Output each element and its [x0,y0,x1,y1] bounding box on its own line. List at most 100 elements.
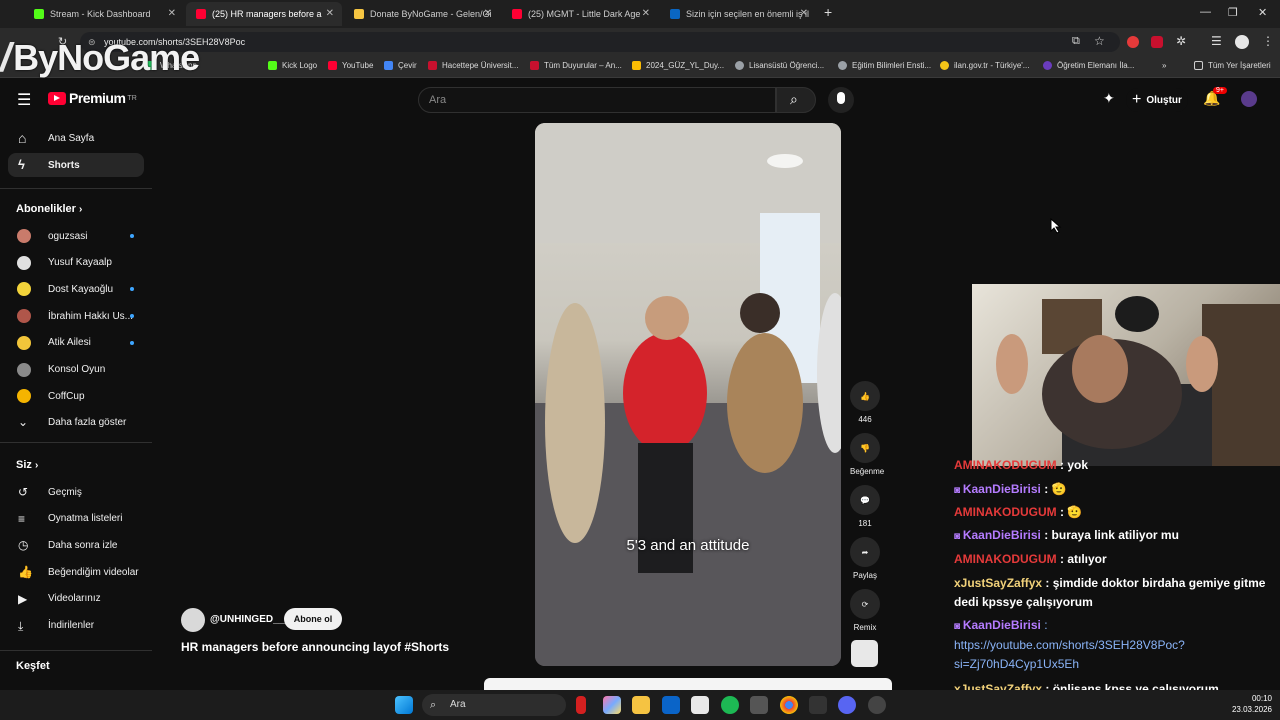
subscription-item[interactable]: Atik Ailesi [8,332,144,354]
spotify-icon[interactable] [721,696,739,714]
close-window-icon[interactable]: ✕ [1258,6,1267,19]
youtube-premium-logo[interactable]: Premium TR [48,90,137,106]
bookmark-ogretim-elemani[interactable]: Öğretim Elemanı İla... [1043,61,1134,70]
close-tab-icon[interactable]: ✕ [168,8,176,19]
sidebar-item-shorts[interactable]: ϟ Shorts [8,153,144,177]
extension-icon[interactable] [1151,36,1163,48]
more-bookmarks-icon[interactable]: » [1162,61,1166,70]
subscriptions-heading[interactable]: Abonelikler › [16,203,82,215]
subscription-item[interactable]: oguzsasi [8,225,144,247]
sound-thumbnail[interactable] [851,640,878,667]
new-content-dot [130,314,134,319]
bookmark-youtube[interactable]: YouTube [328,61,373,70]
sidebar-item-home[interactable]: ⌂ Ana Sayfa [8,126,144,150]
install-app-icon[interactable]: ⧉ [1072,35,1080,48]
account-avatar[interactable] [1241,91,1257,107]
chat-username[interactable]: xJustSayZaffyx [954,576,1042,590]
create-button[interactable]: + Oluştur [1126,88,1188,112]
sidebar-item-playlists[interactable]: ≡ Oynatma listeleri [8,507,144,531]
tab-donate-bynogame[interactable]: Donate ByNoGame - Gelen/Gi ✕ [344,2,500,26]
chat-username[interactable]: KaanDieBirisi [963,618,1041,632]
search-button[interactable]: ⌕ [776,87,816,113]
chat-username[interactable]: AMINAKODUGUM [954,505,1057,519]
remix-button[interactable]: ⟳ Remix [850,589,880,632]
bookmark-tum-duyurular[interactable]: Tüm Duyurular – An... [530,61,622,70]
subscribe-button[interactable]: Abone ol [284,608,342,630]
tab-youtube-short[interactable]: (25) HR managers before a ✕ [186,2,342,26]
subscription-item[interactable]: Konsol Oyun [8,359,144,381]
tab-kick-dashboard[interactable]: Stream - Kick Dashboard ✕ [24,2,184,26]
chrome-icon[interactable] [780,696,798,714]
obs-icon[interactable] [868,696,886,714]
epic-games-icon[interactable] [809,696,827,714]
chat-username[interactable]: AMINAKODUGUM [954,552,1057,566]
search-input[interactable]: Ara [418,87,776,113]
cast-icon[interactable]: ✦ [1103,90,1115,107]
bookmark-ilan-gov[interactable]: ilan.gov.tr - Türkiye'... [940,61,1029,70]
show-more-button[interactable]: ⌄ Daha fazla göster [8,410,144,434]
bookmark-label: Çevir [398,61,417,70]
bookmark-lisansustu[interactable]: Lisansüstü Öğrenci... [735,61,824,70]
you-heading[interactable]: Siz › [16,459,38,471]
bookmark-guz-duyurular[interactable]: 2024_GÜZ_YL_Duy... [632,61,724,70]
bookmark-star-icon[interactable]: ☆ [1094,34,1105,48]
share-button[interactable]: ➦ Paylaş [850,537,880,580]
store-icon[interactable] [691,696,709,714]
new-tab-icon[interactable]: + [824,4,832,20]
app-red-icon[interactable] [576,696,586,714]
bookmark-all-bookmarks[interactable]: Tüm Yer İşaretleri [1194,61,1271,70]
voice-search-button[interactable] [828,87,854,113]
discord-icon[interactable] [838,696,856,714]
notifications-button[interactable]: 🔔 9+ [1203,87,1227,108]
bookmark-egitim-bilimleri[interactable]: Eğitim Bilimleri Ensti... [838,61,931,70]
sidebar-item-your-videos[interactable]: ▶ Videolarınız [8,587,144,611]
file-explorer-icon[interactable] [632,696,650,714]
chat-username[interactable]: KaanDieBirisi [963,482,1041,496]
new-content-dot [130,234,134,238]
sidebar-item-liked[interactable]: 👍 Beğendiğim videolar [8,560,144,584]
section-title: Siz [16,459,32,471]
system-clock[interactable]: 00:10 23.03.2026 [1208,693,1272,715]
maximize-window-icon[interactable]: ❐ [1228,6,1238,19]
sidebar-item-downloads[interactable]: ⤓ İndirilenler [8,614,144,638]
adblock-extension-icon[interactable] [1127,36,1139,48]
url-field[interactable]: ⊜ youtube.com/shorts/3SEH28V8Poc [80,32,1120,52]
sidebar-item-watch-later[interactable]: ◷ Daha sonra izle [8,533,144,557]
subscription-label: İbrahim Hakkı Us... [48,310,134,322]
short-title[interactable]: HR managers before announcing layof #Sho… [181,640,449,654]
comments-button[interactable]: 💬 181 [850,485,880,528]
subscription-item[interactable]: İbrahim Hakkı Us... [8,305,144,327]
browser-menu-icon[interactable]: ⋮ [1262,34,1274,48]
tab-mgmt-little-dark-age[interactable]: (25) MGMT - Little Dark Age ✕ [502,2,658,26]
channel-avatar[interactable] [181,608,205,632]
subscription-item[interactable]: Dost Kayaoğlu [8,278,144,300]
app-dark-icon[interactable] [750,696,768,714]
bookmark-cevir[interactable]: Çevir [384,61,417,70]
channel-name[interactable]: @UNHINGED___ [210,614,290,625]
close-tab-icon[interactable]: ✕ [326,8,334,19]
minimize-window-icon[interactable]: — [1200,6,1211,18]
share-label: Paylaş [852,571,877,580]
bookmark-kick-logo[interactable]: Kick Logo [268,61,317,70]
bookmark-hacettepe[interactable]: Hacettepe Üniversit... [428,61,518,70]
close-tab-icon[interactable]: ✕ [800,8,808,19]
copilot-icon[interactable] [603,696,621,714]
close-tab-icon[interactable]: ✕ [484,8,492,19]
reading-list-icon[interactable]: ☰ [1211,34,1222,48]
chat-username[interactable]: AMINAKODUGUM [954,458,1057,472]
chat-username[interactable]: KaanDieBirisi [963,528,1041,542]
sidebar-item-history[interactable]: ↺ Geçmiş [8,480,144,504]
extensions-puzzle-icon[interactable]: ✲ [1176,34,1186,48]
short-video-player[interactable]: 5'3 and an attitude [535,123,841,666]
profile-avatar-icon[interactable] [1235,35,1249,49]
dislike-button[interactable]: 👎 Beğenme [850,433,884,476]
windows-start-icon[interactable] [395,696,413,714]
taskbar-search[interactable]: ⌕ Ara [422,694,566,716]
hamburger-menu-icon[interactable]: ☰ [17,90,31,110]
outlook-icon[interactable] [662,696,680,714]
subscription-item[interactable]: CoffCup [8,385,144,407]
close-tab-icon[interactable]: ✕ [642,8,650,19]
subscription-item[interactable]: Yusuf Kayaalp [8,252,144,274]
like-button[interactable]: 👍 446 [850,381,880,424]
tab-linkedin-jobs[interactable]: Sizin için seçilen en önemli iş il ✕ [660,2,816,26]
